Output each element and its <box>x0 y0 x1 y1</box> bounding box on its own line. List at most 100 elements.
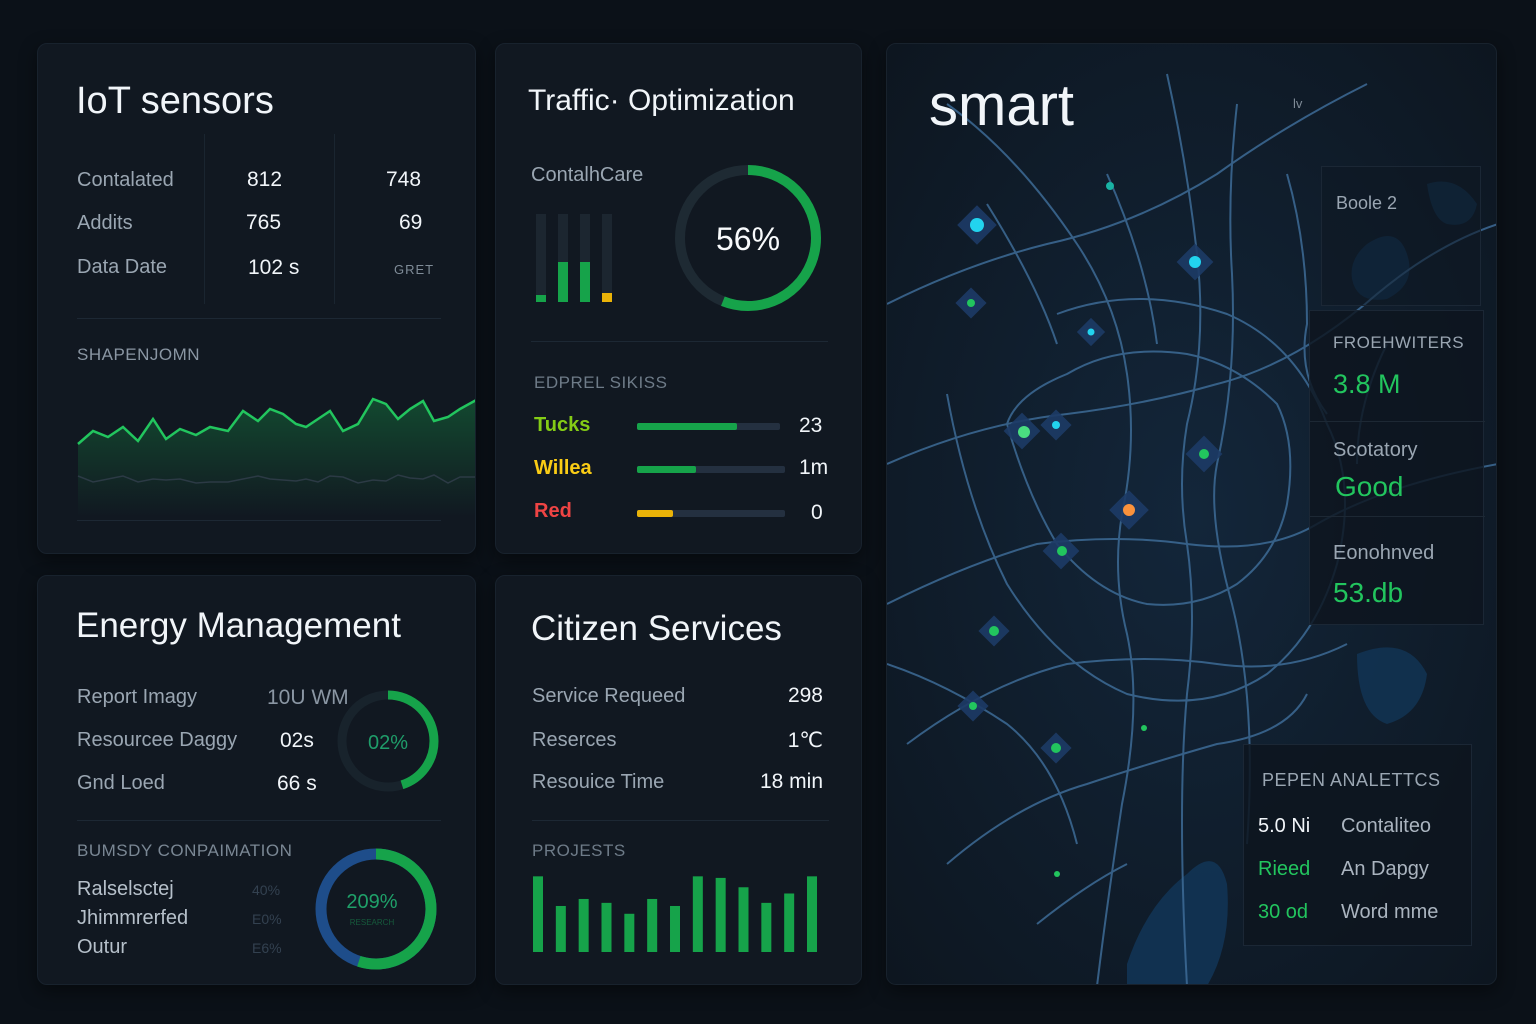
iot-row-label: Contalated <box>77 169 174 191</box>
energy-row-value: 66 s <box>277 772 317 795</box>
energy-list-pct: 40% <box>252 882 281 898</box>
traffic-gauge-label: 56% <box>716 221 780 257</box>
mini-bar-fill <box>536 294 546 302</box>
status-label: Tucks <box>534 414 591 436</box>
project-bar <box>533 876 543 952</box>
status-label: Willea <box>534 457 592 479</box>
iot-row-value: 748 <box>386 168 422 191</box>
status-bar-fill <box>637 510 673 517</box>
status-bar-fill <box>637 423 738 430</box>
analytics-right: Contaliteo <box>1341 815 1432 837</box>
iot-row-value: 812 <box>247 168 283 191</box>
project-bar <box>784 893 795 952</box>
energy-title: Energy Management <box>76 606 401 645</box>
energy-card: Energy Management Report Imagy 10U WM Re… <box>37 575 476 985</box>
citizen-row-label: Resouice Time <box>532 771 665 793</box>
divider <box>77 520 441 521</box>
citizen-row-value: 1℃ <box>787 729 823 752</box>
divider <box>532 820 829 821</box>
analytics-left: 30 od <box>1258 901 1309 923</box>
project-bar <box>578 898 589 952</box>
iot-row-value: 765 <box>246 211 282 234</box>
status-bar <box>637 466 785 473</box>
divider <box>1310 516 1485 517</box>
citizen-title: Citizen Services <box>531 609 782 648</box>
traffic-gauge: 56% <box>675 165 821 311</box>
mini-bar-fill <box>602 293 612 302</box>
energy-gauge: 02% <box>337 690 439 792</box>
status-label: Red <box>534 500 572 522</box>
iot-title: IoT sensors <box>76 80 274 122</box>
citizen-row-value: 18 min <box>759 770 823 793</box>
project-bar <box>738 887 749 952</box>
map-marker <box>1054 871 1060 877</box>
energy-list-pct: E0% <box>252 911 282 927</box>
iot-row-value: 102 s <box>248 256 300 279</box>
status-bar <box>637 510 785 517</box>
map-stat-value: 53.db <box>1333 577 1404 608</box>
projects-bar-chart <box>533 876 818 952</box>
energy-list-label: Ralselsctej <box>77 878 174 900</box>
energy-list-pct: E6% <box>252 940 282 956</box>
citizen-row-label: Reserces <box>532 729 617 751</box>
energy-row-label: Resourcee Daggy <box>77 729 238 751</box>
mini-bar <box>558 214 568 302</box>
iot-row-value: 69 <box>399 211 423 234</box>
divider <box>204 134 205 304</box>
map-marker <box>1106 182 1114 190</box>
project-bar <box>807 876 818 952</box>
status-value: 23 <box>799 414 823 437</box>
iot-sensors-card: IoT sensors Contalated 812 748 Addits 76… <box>37 43 476 554</box>
project-bar <box>555 905 566 952</box>
analytics-panel: PEPEN ANALETTCS 5.0 Ni Contaliteo Rieed … <box>1243 744 1472 946</box>
mini-bar <box>602 214 612 302</box>
map-title: smart <box>929 73 1074 138</box>
divider <box>77 820 441 821</box>
traffic-sub: ContalhCare <box>531 164 644 186</box>
analytics-right: An Dapgy <box>1341 858 1429 880</box>
energy-gauge-label: 02% <box>368 732 408 754</box>
traffic-mini-bars <box>536 214 616 302</box>
map-stats-panel: FROEHWITERS 3.8 M Scotatory Good Eonohnv… <box>1309 310 1485 625</box>
mini-bar <box>580 214 590 302</box>
iot-row-label: Data Date <box>77 256 168 278</box>
project-bar <box>624 913 635 952</box>
mini-bar <box>536 214 546 302</box>
energy-row-value: 02s <box>280 729 314 752</box>
traffic-title: Traffic· Optimization <box>528 84 795 117</box>
analytics-right: Word mme <box>1341 901 1439 923</box>
map-stat-value: Good <box>1335 471 1404 502</box>
mini-bar-fill <box>558 262 568 302</box>
energy-donut-label: 209% <box>346 891 397 913</box>
energy-donut-sub: RESEARCH <box>350 918 395 927</box>
citizen-row-value: 298 <box>787 684 823 707</box>
traffic-card: Traffic· Optimization ContalhCare 56% ED… <box>495 43 862 554</box>
energy-row-label: Gnd Loed <box>77 772 165 794</box>
iot-row-label: Addits <box>77 212 133 234</box>
citizen-section-label: PROJESTS <box>532 841 626 860</box>
energy-list-label: Jhimmrerfed <box>77 907 189 929</box>
smart-map-card: smart lv Boole 2 FROEHWITERS 3.8 M Scota… <box>886 43 1497 985</box>
analytics-left: 5.0 Ni <box>1258 815 1311 837</box>
divider <box>77 318 441 319</box>
energy-row-label: Report Imagy <box>77 686 198 708</box>
iot-line-area <box>78 399 475 517</box>
iot-row-value: GRET <box>394 262 435 277</box>
status-value: 1m <box>799 456 829 479</box>
citizen-row-label: Service Requeed <box>532 685 686 707</box>
project-bar <box>670 905 681 952</box>
project-bar <box>761 902 772 952</box>
map-area-label: Boole 2 <box>1336 193 1398 213</box>
project-bar <box>647 898 658 952</box>
status-value: 0 <box>811 501 823 524</box>
status-bar-fill <box>637 466 697 473</box>
divider <box>1310 421 1485 422</box>
status-bar <box>637 423 780 430</box>
iot-chart-label: SHAPENJOMN <box>77 345 201 364</box>
divider <box>334 134 335 304</box>
energy-section-label: BUMSDY CONPAIMATION <box>77 841 293 860</box>
traffic-section-label: EDPREL SIKISS <box>534 373 668 392</box>
map-stat-value: 3.8 M <box>1333 369 1401 399</box>
divider <box>531 341 828 342</box>
map-marker <box>1141 725 1147 731</box>
